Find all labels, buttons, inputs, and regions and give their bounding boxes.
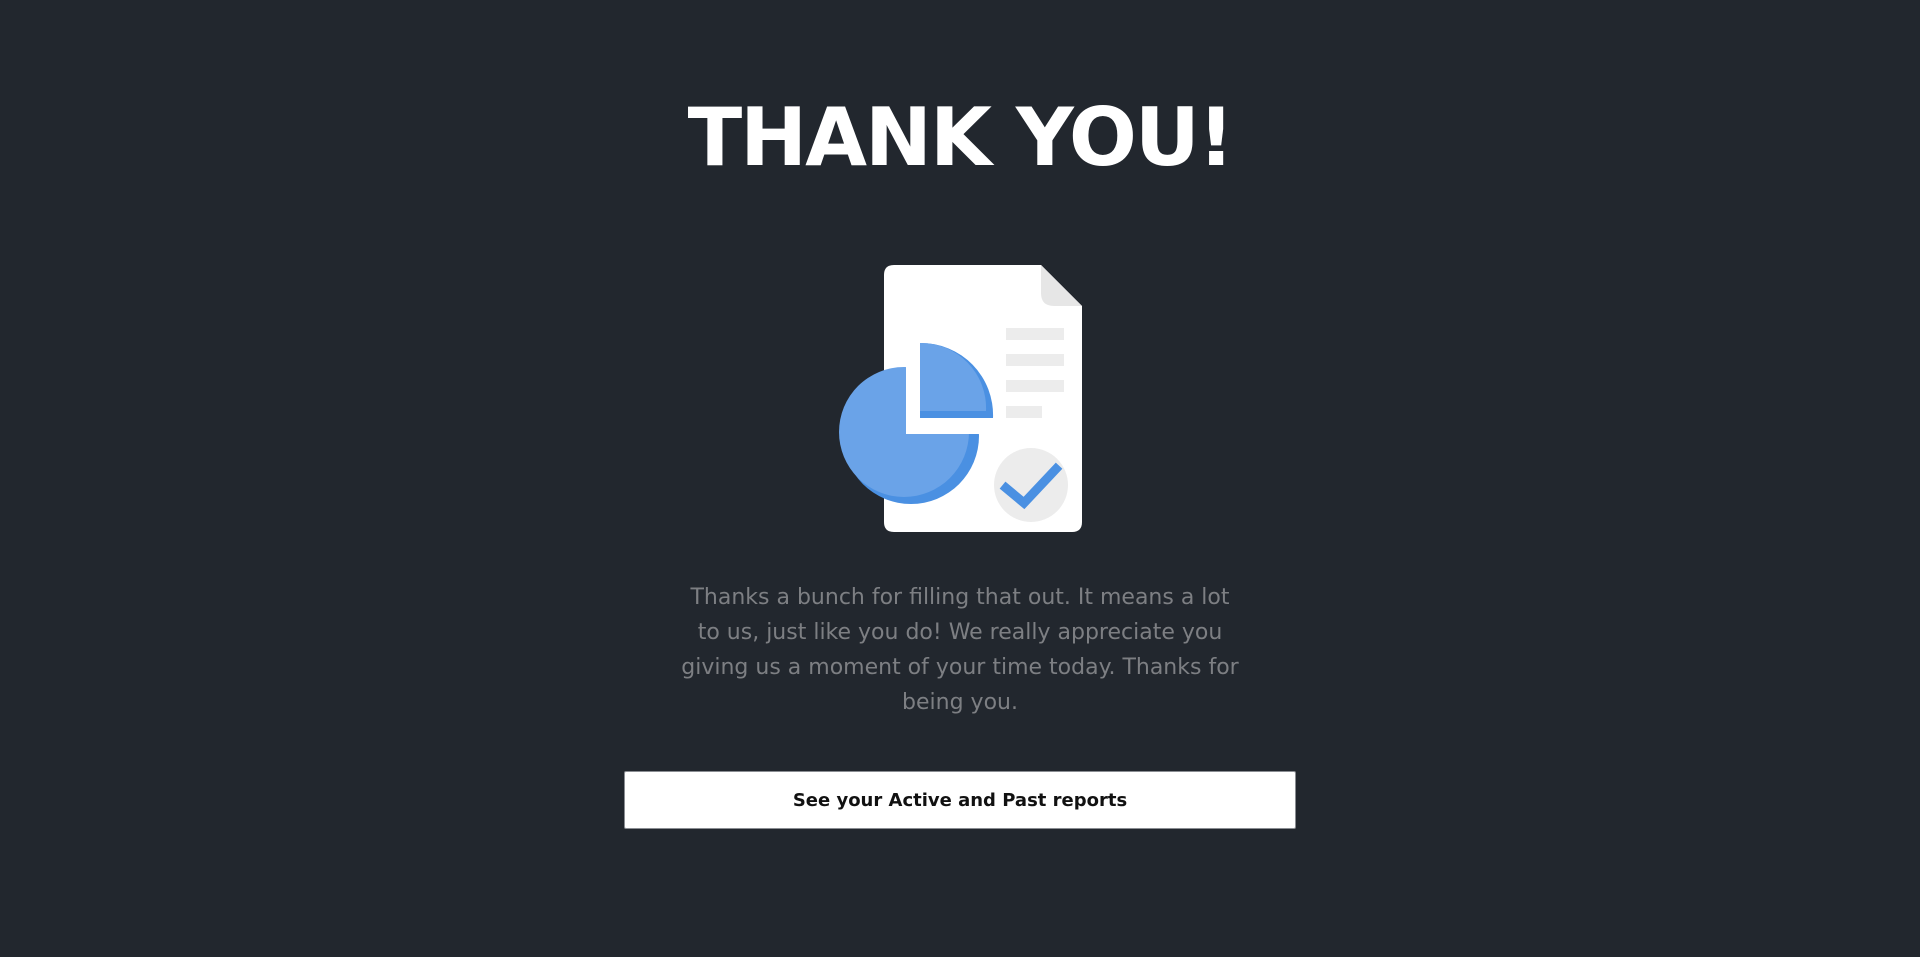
page-title: THANK YOU! — [687, 91, 1235, 184]
see-reports-button[interactable]: See your Active and Past reports — [624, 771, 1296, 829]
report-document-icon — [828, 265, 1088, 535]
thank-you-message: Thanks a bunch for filling that out. It … — [681, 585, 1239, 715]
thank-you-page: THANK YOU! Thanks a bunch for filling th — [0, 0, 1920, 957]
